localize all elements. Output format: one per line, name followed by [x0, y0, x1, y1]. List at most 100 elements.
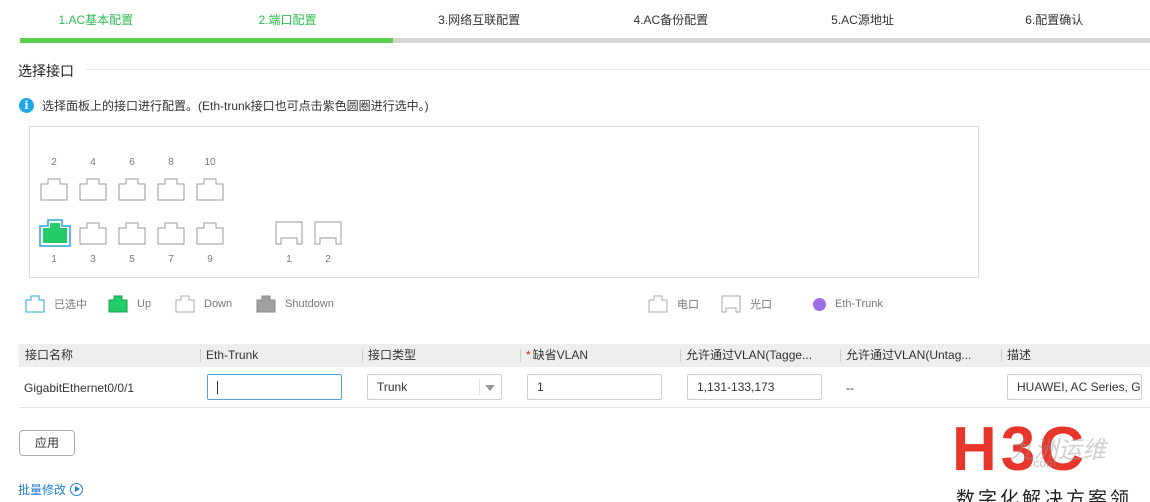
column-header-desc[interactable]: 描述	[1001, 344, 1150, 367]
port-ge-1-selected[interactable]	[39, 219, 71, 247]
port-ge-3[interactable]	[79, 221, 107, 245]
watermark-slogan: 数字化解决方案领	[956, 489, 1133, 502]
info-icon: i	[19, 98, 34, 113]
description-input[interactable]: HUAWEI, AC Series, G	[1007, 374, 1142, 400]
shutdown-legend-icon	[256, 295, 276, 313]
interface-type-value: Trunk	[377, 380, 408, 394]
port-ge-6[interactable]	[118, 177, 146, 201]
batch-modify-link[interactable]: 批量修改	[18, 481, 84, 498]
chevron-down-icon[interactable]	[485, 385, 495, 391]
legend-down: Down	[175, 295, 232, 313]
down-legend-icon	[175, 295, 195, 313]
watermark-domain: .com	[1030, 456, 1057, 470]
step-ac-source[interactable]: 5.AC源地址	[767, 11, 959, 28]
step-ac-basic[interactable]: 1.AC基本配置	[0, 11, 192, 28]
legend-label: Up	[137, 298, 152, 310]
port-ge-4[interactable]	[79, 177, 107, 201]
info-hint: i 选择面板上的接口进行配置。(Eth-trunk接口也可点击紫色圆圈进行选中。…	[19, 97, 429, 114]
electrical-port-icon	[79, 178, 107, 201]
selected-legend-icon	[25, 295, 45, 313]
port-number: 10	[204, 157, 216, 168]
step-ac-backup[interactable]: 4.AC备份配置	[575, 11, 767, 28]
legend-label: Eth-Trunk	[835, 298, 883, 310]
wizard: 1.AC基本配置 2.端口配置 3.网络互联配置 4.AC备份配置 5.AC源地…	[0, 0, 1150, 44]
legend-eth-trunk: Eth-Trunk	[813, 295, 883, 313]
column-header-type[interactable]: 接口类型	[362, 344, 520, 367]
legend-shutdown: Shutdown	[256, 295, 334, 313]
port-ge-7[interactable]	[157, 221, 185, 245]
port-ge-2[interactable]	[40, 177, 68, 201]
section-divider	[86, 69, 1150, 70]
apply-button[interactable]: 应用	[19, 430, 75, 456]
legend-label: Down	[204, 298, 233, 310]
wizard-progress-fill	[20, 38, 393, 43]
untagged-vlan-value: --	[846, 381, 854, 395]
legend-electrical: 电口	[648, 295, 699, 313]
up-legend-icon	[108, 295, 128, 313]
info-text: 选择面板上的接口进行配置。(Eth-trunk接口也可点击紫色圆圈进行选中。)	[42, 99, 429, 113]
tagged-vlan-value: 1,131-133,173	[697, 380, 775, 394]
electrical-port-icon	[196, 222, 224, 245]
step-confirm[interactable]: 6.配置确认	[958, 11, 1150, 28]
port-number: 4	[90, 157, 96, 168]
default-vlan-value: 1	[537, 380, 544, 394]
optical-port-icon	[275, 221, 303, 245]
tagged-vlan-input[interactable]: 1,131-133,173	[687, 374, 822, 400]
legend-optical: 光口	[721, 295, 772, 313]
port-optical-2[interactable]	[314, 221, 342, 245]
selected-port-icon	[39, 219, 71, 247]
legend-label: 电口	[677, 299, 699, 311]
port-ge-9[interactable]	[196, 221, 224, 245]
electrical-port-icon	[118, 222, 146, 245]
port-number: 6	[129, 157, 135, 168]
legend-up: Up	[108, 295, 151, 313]
section-title: 选择接口	[18, 63, 74, 79]
column-header-eth-trunk[interactable]: Eth-Trunk	[200, 344, 362, 367]
watermark-text: 九洲运维	[1010, 437, 1106, 464]
column-header-name[interactable]: 接口名称	[19, 344, 200, 367]
electrical-port-icon	[118, 178, 146, 201]
electrical-port-icon	[157, 178, 185, 201]
electrical-port-icon	[40, 178, 68, 201]
electrical-port-icon	[79, 222, 107, 245]
table-row: GigabitEthernet0/0/1 Trunk 1 1,131-133,1…	[19, 368, 1150, 408]
legend-label: 光口	[750, 299, 772, 311]
device-panel: 2 4 6 8 10 1 3 5 7 9 1 2	[29, 126, 979, 278]
select-divider	[479, 379, 480, 395]
port-number: 2	[325, 254, 331, 265]
eth-trunk-circle-icon[interactable]	[813, 297, 826, 311]
legend-label: 已选中	[54, 299, 87, 311]
optical-port-icon	[314, 221, 342, 245]
step-port-config[interactable]: 2.端口配置	[192, 11, 384, 28]
port-number: 7	[168, 254, 174, 265]
description-value: HUAWEI, AC Series, G	[1017, 380, 1141, 394]
column-header-untagged-vlan[interactable]: 允许通过VLAN(Untag...	[840, 344, 1001, 367]
optical-legend-icon	[721, 295, 741, 313]
port-number: 1	[51, 254, 57, 265]
port-number: 1	[286, 254, 292, 265]
electrical-legend-icon	[648, 295, 668, 313]
port-number: 2	[51, 157, 57, 168]
port-optical-1[interactable]	[275, 221, 303, 245]
port-ge-8[interactable]	[157, 177, 185, 201]
eth-trunk-input[interactable]	[207, 374, 342, 400]
electrical-port-icon	[157, 222, 185, 245]
legend-label: Shutdown	[285, 298, 334, 310]
watermark: H3C 九洲运维 .com 数字化解决方案领	[926, 416, 1150, 502]
port-ge-5[interactable]	[118, 221, 146, 245]
port-ge-10[interactable]	[196, 177, 224, 201]
default-vlan-input[interactable]: 1	[527, 374, 662, 400]
column-header-tagged-vlan[interactable]: 允许通过VLAN(Tagge...	[680, 344, 840, 367]
batch-modify-label: 批量修改	[18, 483, 67, 497]
text-caret	[217, 381, 218, 394]
wizard-steps: 1.AC基本配置 2.端口配置 3.网络互联配置 4.AC备份配置 5.AC源地…	[0, 0, 1150, 38]
interface-type-select[interactable]: Trunk	[367, 374, 502, 400]
port-number: 5	[129, 254, 135, 265]
port-number: 8	[168, 157, 174, 168]
wizard-progress-bar	[20, 38, 1150, 43]
table-header: 接口名称 Eth-Trunk 接口类型 * 缺省VLAN 允许通过VLAN(Tag…	[19, 344, 1150, 367]
play-circle-icon	[70, 483, 84, 496]
electrical-port-icon	[196, 178, 224, 201]
step-network[interactable]: 3.网络互联配置	[383, 11, 575, 28]
column-header-default-vlan[interactable]: * 缺省VLAN	[520, 344, 680, 367]
